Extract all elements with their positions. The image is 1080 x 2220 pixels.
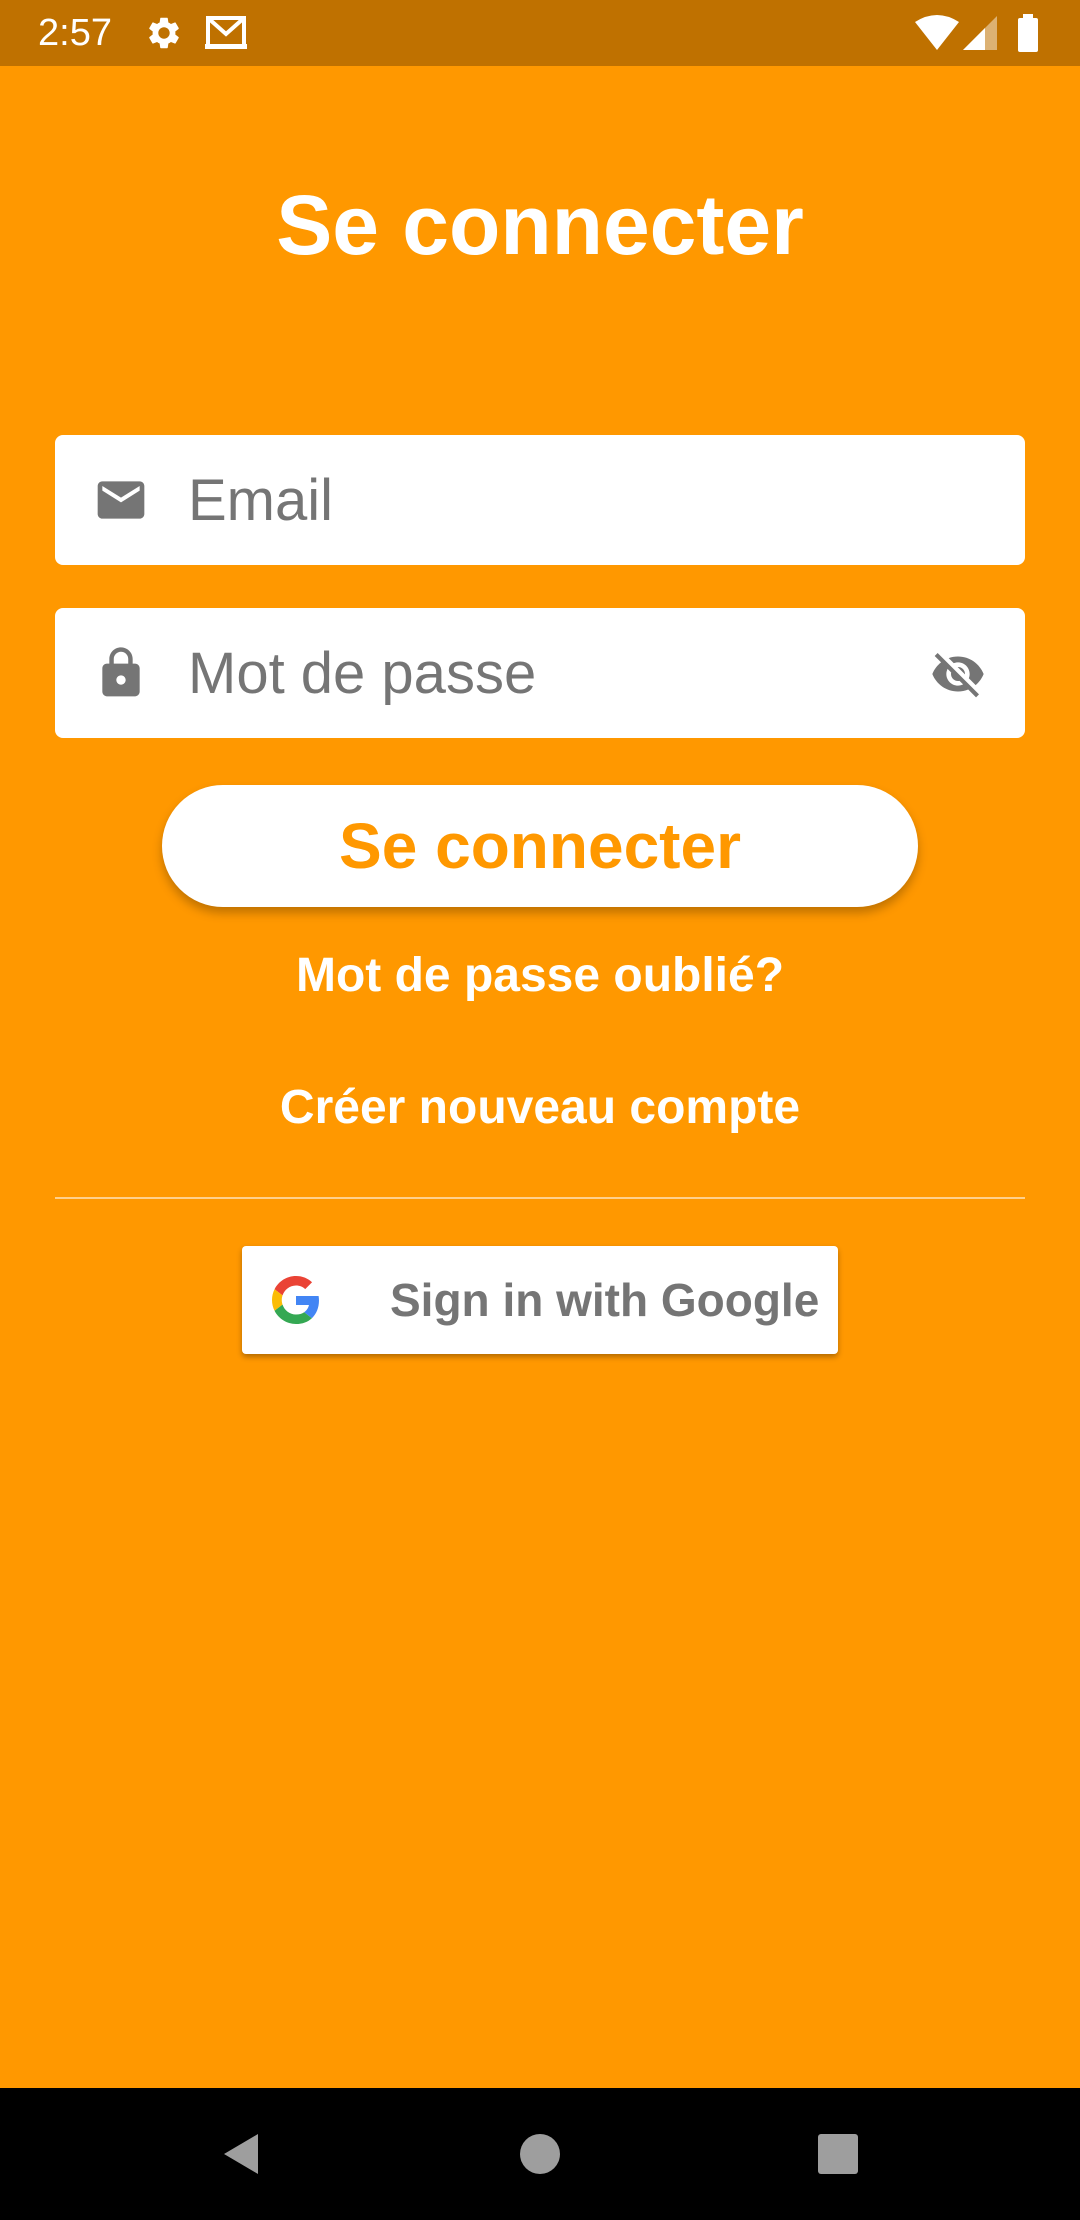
login-button[interactable]: Se connecter <box>162 785 918 907</box>
google-icon <box>272 1276 319 1324</box>
divider <box>55 1197 1025 1199</box>
signal-icon <box>963 16 997 50</box>
gmail-icon <box>205 16 247 49</box>
wifi-icon <box>915 15 959 50</box>
status-bar: 2:57 <box>0 0 1080 66</box>
page-title: Se connecter <box>276 178 804 272</box>
status-time: 2:57 <box>38 12 112 54</box>
google-sign-in-button[interactable]: Sign in with Google <box>242 1246 838 1354</box>
back-icon[interactable] <box>216 2128 268 2180</box>
password-input[interactable] <box>188 608 828 738</box>
settings-icon <box>149 17 179 49</box>
recents-icon[interactable] <box>812 2128 864 2180</box>
visibility-off-icon[interactable] <box>925 646 991 702</box>
home-icon[interactable] <box>514 2128 566 2180</box>
create-account-link[interactable]: Créer nouveau compte <box>0 1080 1080 1135</box>
lock-icon <box>102 647 140 697</box>
battery-icon <box>1018 14 1038 52</box>
forgot-password-link[interactable]: Mot de passe oublié? <box>0 948 1080 1003</box>
email-input[interactable] <box>188 435 988 565</box>
navigation-bar <box>0 2088 1080 2220</box>
login-screen: 2:57 Se connecter Email Se connecter Mot… <box>0 0 1080 2220</box>
mail-icon <box>97 481 145 519</box>
google-sign-in-label: Sign in with Google <box>390 1274 820 1326</box>
password-field[interactable] <box>55 608 1025 738</box>
email-field[interactable] <box>55 435 1025 565</box>
